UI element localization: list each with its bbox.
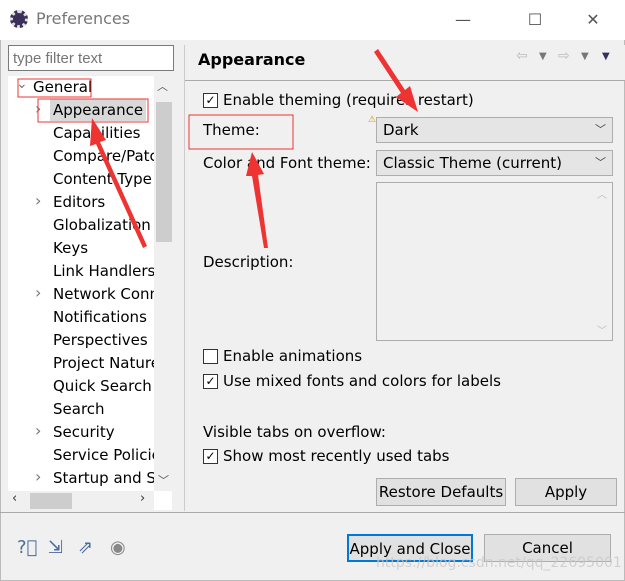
description-label: Description: — [203, 253, 294, 271]
tree-item-label: Globalization — [53, 216, 151, 234]
tree-item-label: General — [33, 78, 93, 96]
tree-item-label: Network Conn — [53, 285, 160, 303]
maximize-button[interactable]: ☐ — [520, 8, 550, 32]
tree-item-label: Security — [53, 423, 115, 441]
back-icon[interactable]: ⇦ — [516, 48, 528, 64]
tree-item[interactable]: Link Handlers — [53, 260, 155, 282]
theme-value: Dark — [383, 121, 419, 139]
tree-item-label: Keys — [53, 239, 89, 257]
chevron-right-icon[interactable]: › — [35, 467, 47, 486]
tree-item-label: Service Policie — [53, 446, 161, 464]
tree-item[interactable]: Startup and Sh — [53, 467, 165, 489]
chevron-right-icon[interactable]: › — [35, 421, 47, 440]
chevron-down-icon[interactable]: ⌄ — [16, 76, 28, 92]
color-font-value: Classic Theme (current) — [383, 154, 562, 172]
mixed-fonts-label: Use mixed fonts and colors for labels — [223, 372, 501, 390]
export-icon[interactable]: ⇗ — [78, 537, 93, 558]
tree-item-label: Editors — [53, 193, 106, 211]
page-title: Appearance — [198, 50, 306, 69]
color-font-dropdown[interactable]: Classic Theme (current) ﹀ — [376, 150, 613, 176]
tree-item-label: Capabilities — [53, 124, 141, 142]
tree-item[interactable]: Capabilities — [53, 122, 141, 144]
tree-item-label: Appearance — [53, 101, 144, 119]
tree-item-label: Content Type — [53, 170, 152, 188]
tree-item[interactable]: General — [33, 76, 92, 98]
back-menu-icon[interactable]: ▼ — [539, 51, 547, 62]
desc-scroll-up-icon[interactable]: ︿ — [597, 186, 607, 201]
recent-tabs-label: Show most recently used tabs — [223, 447, 450, 465]
restore-defaults-button[interactable]: Restore Defaults — [376, 478, 506, 506]
enable-theming-label: Enable theming (requires restart) — [223, 91, 474, 109]
tree-item[interactable]: Globalization — [53, 214, 151, 236]
tree-item-label: Link Handlers — [53, 262, 156, 280]
theme-label: Theme: — [203, 121, 260, 139]
close-button[interactable]: ✕ — [578, 8, 608, 32]
tree-item[interactable]: Keys — [53, 237, 88, 259]
enable-theming-checkbox[interactable]: ✓ — [203, 93, 218, 108]
tree-item-label: Search — [53, 400, 105, 418]
desc-scroll-down-icon[interactable]: ﹀ — [597, 322, 607, 337]
filter-input[interactable] — [8, 45, 174, 71]
tree-item[interactable]: Security — [53, 421, 115, 443]
tree-item-label: Notifications — [53, 308, 147, 326]
enable-animations-label: Enable animations — [223, 347, 363, 365]
record-icon[interactable]: ◉ — [110, 537, 126, 558]
tree-item[interactable]: Editors — [53, 191, 105, 213]
footer-separator — [0, 512, 625, 513]
chevron-right-icon[interactable]: › — [35, 283, 47, 302]
tree-item[interactable]: Notifications — [53, 306, 147, 328]
tree-item[interactable]: Service Policie — [53, 444, 161, 466]
eclipse-icon — [10, 10, 28, 28]
color-font-label: Color and Font theme: — [203, 154, 371, 172]
tree-item-label: Perspectives — [53, 331, 148, 349]
scroll-right-icon[interactable]: › — [140, 491, 145, 506]
scroll-left-icon[interactable]: ‹ — [12, 491, 17, 506]
chevron-down-icon: ﹀ — [595, 123, 606, 136]
preference-tree: ⌄ General › Appearance Capabilities Compare/P… — [8, 76, 172, 510]
tree-item-label: Compare/Patc — [53, 147, 158, 165]
watermark: https://blog.csdn.net/qq_22695001 — [376, 555, 622, 571]
tree-item-label: Quick Search — [53, 377, 152, 395]
recent-tabs-checkbox[interactable]: ✓ — [203, 449, 218, 464]
tree-item[interactable]: Perspectives — [53, 329, 148, 351]
tree-item[interactable]: Compare/Patc — [53, 145, 158, 167]
description-box — [376, 182, 613, 341]
tree-item[interactable]: Search — [53, 398, 105, 420]
visible-tabs-label: Visible tabs on overflow: — [203, 423, 386, 441]
warning-icon: ⚠ — [368, 115, 377, 125]
view-menu-icon[interactable]: ▼ — [602, 51, 610, 62]
tree-item-label: Startup and Sh — [53, 469, 166, 487]
apply-button[interactable]: Apply — [515, 478, 617, 506]
tree-item[interactable]: Content Type — [53, 168, 152, 190]
hscroll-thumb[interactable] — [30, 493, 72, 509]
help-icon[interactable]: ?⃝ — [17, 537, 37, 558]
tree-item-label: Project Nature — [53, 354, 160, 372]
mixed-fonts-checkbox[interactable]: ✓ — [203, 374, 218, 389]
tree-item[interactable]: Appearance — [50, 99, 147, 121]
chevron-right-icon[interactable]: › — [35, 191, 47, 210]
scroll-up-icon[interactable]: ︿ — [157, 78, 168, 94]
sash-divider[interactable] — [184, 45, 185, 511]
chevron-right-icon[interactable]: › — [35, 99, 47, 118]
scroll-down-icon[interactable]: ﹀ — [158, 472, 169, 488]
window-title: Preferences — [36, 9, 131, 28]
chevron-down-icon: ﹀ — [595, 156, 606, 169]
theme-dropdown[interactable]: Dark ﹀ — [376, 117, 613, 143]
forward-icon[interactable]: ⇨ — [558, 48, 570, 64]
scroll-thumb[interactable] — [156, 102, 172, 242]
tree-item[interactable]: Quick Search — [53, 375, 152, 397]
tree-item[interactable]: Project Nature — [53, 352, 160, 374]
import-icon[interactable]: ⇲ — [48, 537, 63, 558]
enable-animations-checkbox[interactable] — [203, 349, 218, 364]
tree-item[interactable]: Network Conn — [53, 283, 159, 305]
minimize-button[interactable]: — — [448, 8, 478, 32]
forward-menu-icon[interactable]: ▼ — [581, 51, 589, 62]
